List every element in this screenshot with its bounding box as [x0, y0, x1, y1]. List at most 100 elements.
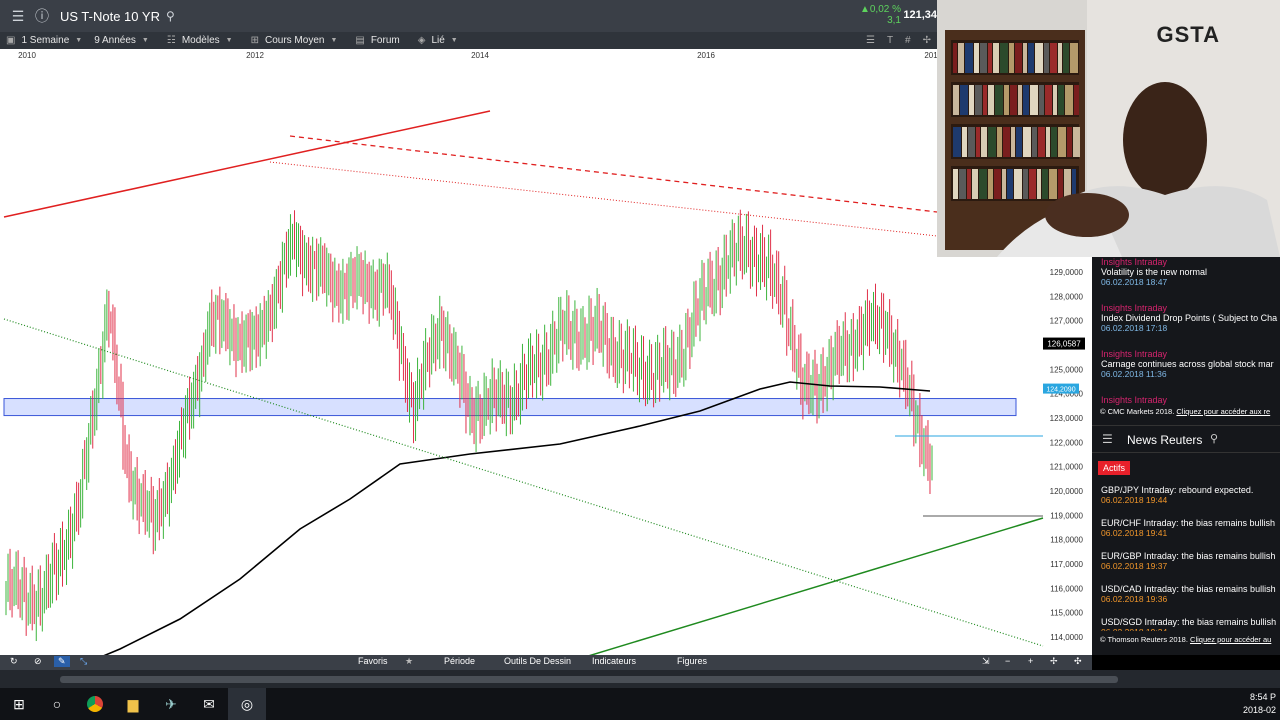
book	[1065, 85, 1073, 115]
zoom-out-icon[interactable]: −	[1005, 656, 1010, 666]
book	[993, 43, 999, 73]
book	[988, 43, 992, 73]
figures-button[interactable]: Figures	[677, 656, 707, 666]
insight-item[interactable]: Insights Intraday	[1101, 395, 1280, 405]
models-menu[interactable]: ☷ Modèles ▼	[161, 35, 233, 46]
range-select[interactable]: 9 Années ▼	[94, 35, 149, 46]
book	[1030, 85, 1038, 115]
y-tick-label: 114,0000	[1050, 633, 1083, 642]
news-item-title: EUR/CHF Intraday: the bias remains bulli…	[1101, 518, 1276, 528]
drawing-tools-button[interactable]: Outils De Dessin	[504, 656, 571, 666]
chart-canvas[interactable]: 2010 2012 2014 2016 201129,0000128,0000127,0…	[0, 49, 1092, 655]
tab-actifs[interactable]: Actifs	[1098, 461, 1131, 475]
news-item[interactable]: EUR/GBP Intraday: the bias remains bulli…	[1101, 551, 1280, 571]
book	[1070, 43, 1078, 73]
insight-item[interactable]: Insights Intraday Carnage continues acro…	[1101, 349, 1280, 379]
news-item[interactable]: GBP/JPY Intraday: rebound expected. 06.0…	[1101, 485, 1280, 505]
insight-category: Insights Intraday	[1101, 395, 1168, 405]
refresh-icon[interactable]: ↻	[10, 656, 18, 667]
interval-select[interactable]: 1 Semaine ▼	[21, 35, 82, 46]
book	[980, 43, 987, 73]
price-chart[interactable]: 2010 2012 2014 2016 201 129,0000 128,0000 127,0…	[0, 49, 1092, 655]
clock-time: 8:54 P	[1249, 692, 1276, 702]
book	[1064, 169, 1071, 199]
cursor-icon[interactable]: ⤡	[80, 656, 87, 667]
price-change: ▲0,02 % 3,1	[860, 4, 901, 26]
news-item[interactable]: USD/CAD Intraday: the bias remains bulli…	[1101, 584, 1280, 604]
linked-label: Lié	[431, 35, 445, 46]
book	[995, 85, 1003, 115]
dotted-support-line	[3, 318, 1044, 647]
news-header: ☰ News Reuters ⚲	[1092, 425, 1280, 453]
menu-icon[interactable]: ☰	[6, 4, 30, 28]
book	[997, 127, 1002, 157]
search-icon[interactable]: ⚲	[166, 9, 175, 23]
news-item[interactable]: EUR/CHF Intraday: the bias remains bulli…	[1101, 518, 1280, 538]
interval-label: 1 Semaine	[21, 35, 70, 46]
book	[1014, 169, 1022, 199]
webcam-overlay: GSTA	[937, 0, 1280, 257]
star-icon[interactable]: ★	[405, 656, 413, 667]
search-icon[interactable]: ⚲	[1210, 432, 1218, 445]
file-explorer-icon[interactable]: ▆	[114, 688, 152, 720]
layout-icon[interactable]: ▣	[6, 35, 15, 46]
horizontal-scrollbar[interactable]	[60, 676, 1118, 683]
reuters-credit-link[interactable]: Cliquez pour accéder au	[1190, 635, 1271, 644]
link-icon: ◈	[417, 35, 426, 46]
book	[1044, 43, 1049, 73]
insight-item[interactable]: Insights Intraday Volatility is the new …	[1101, 257, 1280, 287]
book	[1003, 127, 1010, 157]
pencil-icon[interactable]: ✎	[54, 656, 70, 667]
book	[959, 169, 966, 199]
info-icon[interactable]: ⓘ	[30, 4, 54, 28]
trading-app-icon[interactable]: ◎	[228, 688, 266, 720]
book	[962, 127, 967, 157]
average-menu[interactable]: ⊞ Cours Moyen ▼	[245, 35, 338, 46]
reuters-credit-text: © Thomson Reuters 2018.	[1100, 635, 1188, 644]
y-tick-label: 129,0000	[1050, 268, 1084, 277]
book	[1023, 85, 1029, 115]
x-tick-label: 2012	[246, 51, 264, 60]
book	[953, 169, 958, 199]
news-item[interactable]: USD/SGD Intraday: the bias remains bulli…	[1101, 617, 1280, 631]
periode-button[interactable]: Période	[444, 656, 475, 666]
chart-toolbar: ▣ 1 Semaine ▼ 9 Années ▼ ☷ Modèles ▼ ⊞ Cours …	[0, 32, 937, 49]
models-icon: ☷	[166, 35, 176, 46]
chrome-icon[interactable]	[76, 688, 114, 720]
y-tick-label: 121,0000	[1050, 463, 1084, 472]
hamburger-icon[interactable]: ☰	[1102, 432, 1113, 446]
crosshair-icon[interactable]: ✢	[923, 35, 931, 46]
zoom-in-icon[interactable]: +	[1028, 656, 1033, 666]
news-item-date: 06.02.2018 19:36	[1101, 594, 1168, 604]
book	[1023, 169, 1028, 199]
y-tick-label: 116,0000	[1050, 584, 1083, 593]
settings-icon[interactable]: ✣	[1074, 656, 1082, 667]
book	[1035, 43, 1043, 73]
chart-type-icon: ⊞	[250, 35, 259, 46]
forum-button[interactable]: ▤ Forum	[349, 35, 399, 46]
book	[1074, 85, 1079, 115]
grid-icon[interactable]: #	[905, 35, 911, 46]
fit-icon[interactable]: ⇲	[982, 656, 990, 667]
cmc-credit-text: © CMC Markets 2018.	[1100, 407, 1175, 416]
app-icon[interactable]: ✈	[152, 688, 190, 720]
text-icon[interactable]: T	[887, 35, 893, 46]
news-title: News Reuters	[1127, 433, 1203, 447]
cortana-icon[interactable]: ○	[38, 688, 76, 720]
crosshair-icon[interactable]: ✢	[1050, 656, 1058, 667]
book	[1073, 127, 1080, 157]
favoris-button[interactable]: Favoris	[358, 656, 388, 666]
book	[953, 127, 961, 157]
cancel-icon[interactable]: ⊘	[34, 656, 42, 667]
y-tick-label: 119,0000	[1050, 511, 1083, 520]
linked-menu[interactable]: ◈ Lié ▼	[412, 35, 458, 46]
mail-icon[interactable]: ✉	[190, 688, 228, 720]
chevron-down-icon: ▼	[75, 37, 83, 44]
windows-start-icon[interactable]: ⊞	[0, 688, 38, 720]
indicators-button[interactable]: Indicateurs	[592, 656, 636, 666]
instrument-header: ☰ ⓘ US T-Note 10 YR ⚲ ▲0,02 % 3,1 121,34	[0, 0, 937, 32]
cmc-credit-link[interactable]: Cliquez pour accéder aux re	[1176, 407, 1270, 416]
y-tick-label: 127,0000	[1050, 317, 1084, 326]
align-icon[interactable]: ☰	[866, 35, 875, 46]
insight-item[interactable]: Insights Intraday Index Dividend Drop Po…	[1101, 303, 1280, 333]
